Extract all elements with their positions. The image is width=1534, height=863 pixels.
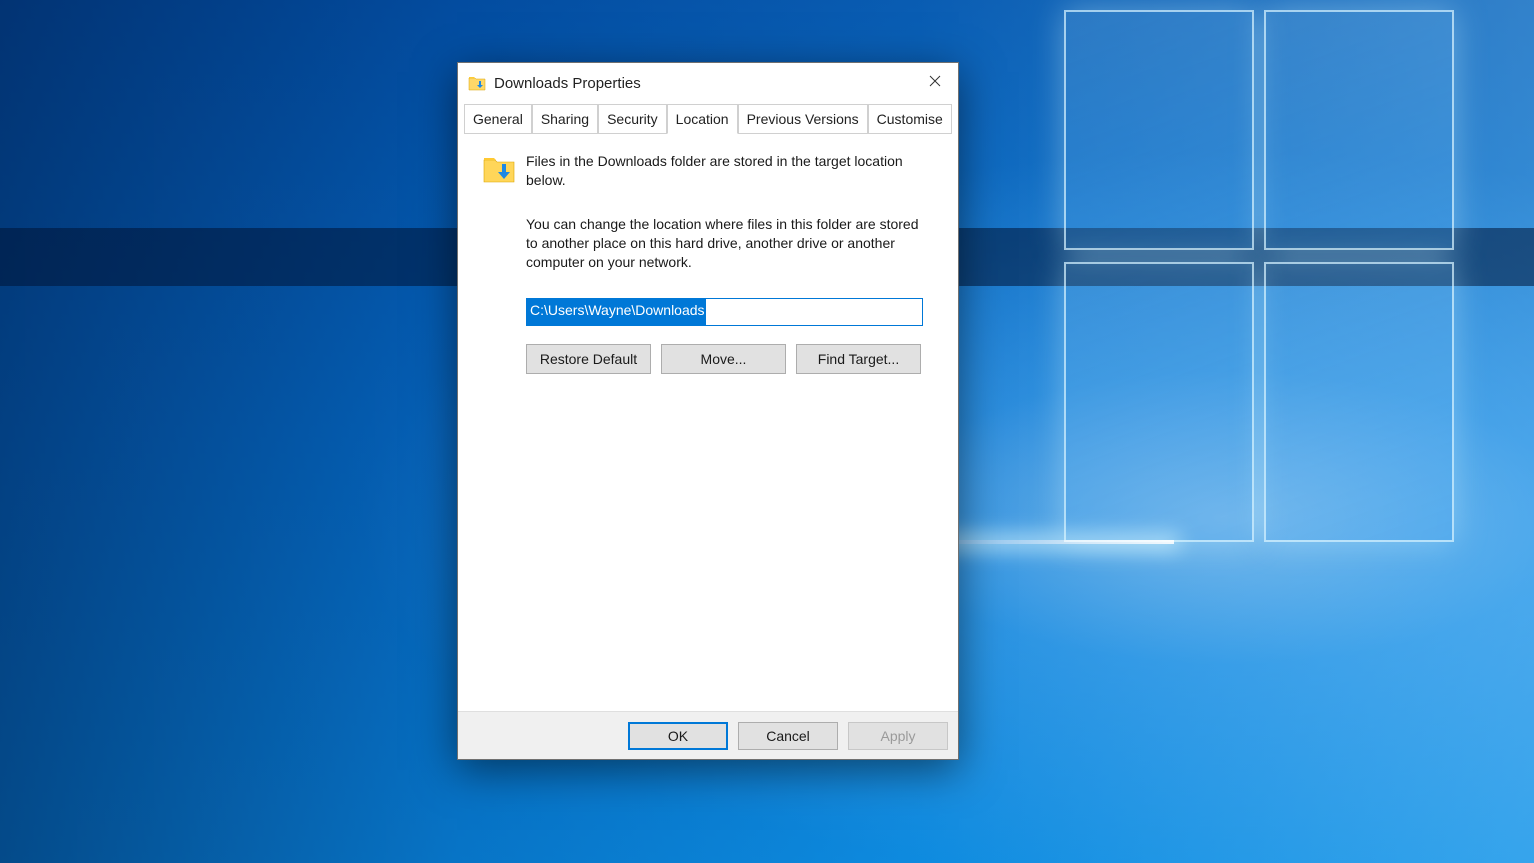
ok-button[interactable]: OK xyxy=(628,722,728,750)
tab-strip: General Sharing Security Location Previo… xyxy=(458,103,958,133)
tab-security[interactable]: Security xyxy=(598,104,667,134)
tab-location[interactable]: Location xyxy=(667,104,738,134)
move-button[interactable]: Move... xyxy=(661,344,786,374)
close-icon xyxy=(929,74,941,92)
tab-previous-versions[interactable]: Previous Versions xyxy=(738,104,868,134)
dialog-footer: OK Cancel Apply xyxy=(458,711,958,759)
tab-general[interactable]: General xyxy=(464,104,532,134)
titlebar[interactable]: Downloads Properties xyxy=(458,63,958,103)
properties-dialog: Downloads Properties General Sharing Sec… xyxy=(457,62,959,760)
close-button[interactable] xyxy=(912,63,958,103)
location-intro-text: Files in the Downloads folder are stored… xyxy=(526,152,934,190)
tab-customise[interactable]: Customise xyxy=(868,104,952,134)
find-target-button[interactable]: Find Target... xyxy=(796,344,921,374)
apply-button: Apply xyxy=(848,722,948,750)
downloads-folder-icon xyxy=(468,75,486,91)
restore-default-button[interactable]: Restore Default xyxy=(526,344,651,374)
location-tab-panel: Files in the Downloads folder are stored… xyxy=(464,133,952,705)
location-path-input[interactable] xyxy=(526,298,923,326)
cancel-button[interactable]: Cancel xyxy=(738,722,838,750)
downloads-folder-large-icon xyxy=(482,152,516,191)
tab-sharing[interactable]: Sharing xyxy=(532,104,598,134)
window-title: Downloads Properties xyxy=(494,75,912,92)
location-description-text: You can change the location where files … xyxy=(526,215,934,272)
